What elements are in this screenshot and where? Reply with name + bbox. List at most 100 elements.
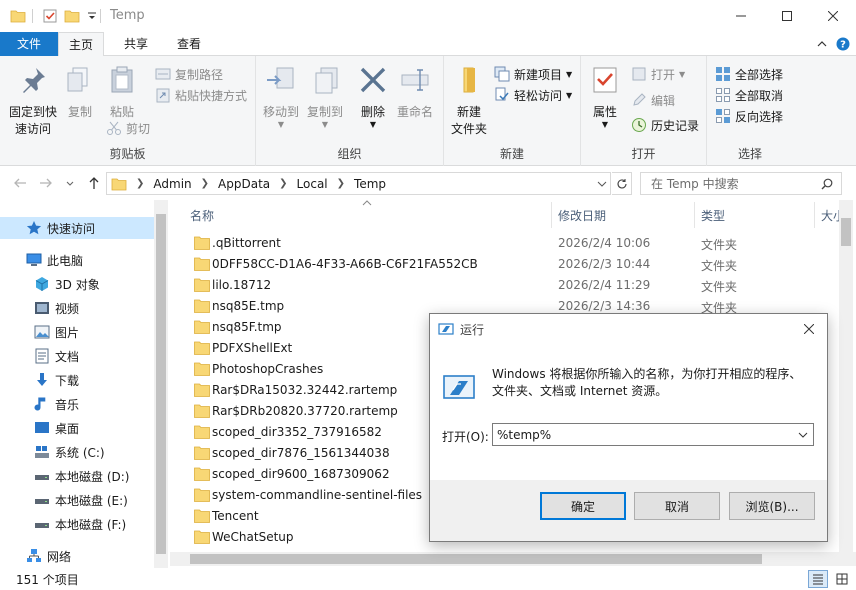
breadcrumb-local[interactable]: Local — [297, 177, 328, 191]
star-icon — [26, 221, 42, 235]
nav-documents[interactable]: 文档 — [0, 345, 155, 367]
breadcrumb-chevron-icon[interactable]: ❯ — [136, 178, 144, 189]
move-to-button[interactable]: 移动到 ▼ — [260, 64, 302, 129]
drive-icon — [35, 475, 49, 480]
close-icon — [828, 11, 838, 21]
address-dropdown-icon[interactable] — [597, 181, 607, 187]
breadcrumb-temp[interactable]: Temp — [354, 177, 386, 191]
new-item-button[interactable]: 新建项目 ▼ — [494, 64, 572, 84]
nav-drive-d[interactable]: 本地磁盘 (D:) — [0, 465, 155, 487]
nav-desktop[interactable]: 桌面 — [0, 417, 155, 439]
table-row[interactable]: 0DFF58CC-D1A6-4F33-A66B-C6F21FA552CB 2026… — [188, 254, 828, 275]
history-button[interactable]: 历史记录 — [631, 115, 699, 135]
copy-path-button[interactable]: 复制路径 — [155, 64, 223, 84]
maximize-button[interactable] — [764, 0, 810, 32]
breadcrumb-chevron-icon[interactable]: ❯ — [337, 178, 345, 189]
nav-network[interactable]: 网络 — [0, 545, 155, 567]
details-view-button[interactable] — [808, 570, 828, 588]
column-header-type[interactable]: 类型 — [701, 200, 725, 230]
select-all-button[interactable]: 全部选择 — [715, 64, 783, 84]
nav-pane-scrollbar[interactable] — [154, 200, 168, 568]
nav-quick-access[interactable]: 快速访问 — [0, 217, 155, 239]
table-row[interactable]: lilo.18712 2026/2/4 11:29 文件夹 — [188, 275, 828, 296]
new-folder-button[interactable]: 新建 文件夹 — [448, 64, 490, 138]
music-note-icon — [34, 397, 46, 411]
table-row[interactable]: .qBittorrent 2026/2/4 10:06 文件夹 — [188, 233, 828, 254]
nav-drive-c[interactable]: 系统 (C:) — [0, 441, 155, 463]
nav-drive-f[interactable]: 本地磁盘 (F:) — [0, 513, 155, 535]
tab-home[interactable]: 主页 — [58, 32, 105, 57]
folder-icon — [194, 341, 210, 355]
invert-selection-button[interactable]: 反向选择 — [715, 106, 783, 126]
sort-ascending-icon — [362, 200, 372, 206]
file-date: 2026/2/4 10:06 — [558, 236, 651, 250]
collapse-ribbon-icon[interactable] — [815, 37, 829, 51]
nav-downloads[interactable]: 下载 — [0, 369, 155, 391]
group-label-select: 选择 — [737, 147, 762, 161]
paste-button[interactable]: 粘贴 — [102, 64, 142, 121]
ok-button[interactable]: 确定 — [540, 492, 626, 520]
delete-button[interactable]: 删除 ▼ — [356, 64, 390, 129]
nav-3d-objects[interactable]: 3D 对象 — [0, 273, 155, 295]
column-header-date[interactable]: 修改日期 — [558, 200, 606, 230]
open-icon — [632, 67, 646, 81]
edit-button[interactable]: 编辑 — [631, 90, 675, 110]
file-list-vertical-scrollbar[interactable] — [839, 200, 853, 556]
breadcrumb-admin[interactable]: Admin — [153, 177, 191, 191]
copy-button[interactable]: 复制 — [62, 64, 98, 121]
large-icons-view-icon — [836, 573, 848, 585]
pin-quick-access-button[interactable]: 固定到快 速访问 — [4, 64, 62, 138]
easy-access-button[interactable]: 轻松访问 ▼ — [494, 85, 572, 105]
customize-toolbar-icon[interactable] — [84, 8, 100, 24]
select-all-icon — [716, 67, 730, 81]
nav-this-pc[interactable]: 此电脑 — [0, 249, 155, 271]
paste-shortcut-button[interactable]: 粘贴快捷方式 — [155, 85, 247, 105]
refresh-button[interactable] — [612, 172, 632, 195]
nav-music[interactable]: 音乐 — [0, 393, 155, 415]
history-icon — [632, 118, 646, 132]
select-none-button[interactable]: 全部取消 — [715, 85, 783, 105]
nav-drive-e[interactable]: 本地磁盘 (E:) — [0, 489, 155, 511]
tab-view[interactable]: 查看 — [167, 32, 211, 56]
file-name: scoped_dir7876_1561344038 — [212, 446, 390, 460]
nav-pictures[interactable]: 图片 — [0, 321, 155, 343]
help-icon[interactable]: ? — [836, 37, 850, 51]
cancel-button[interactable]: 取消 — [634, 492, 720, 520]
combo-dropdown-icon[interactable] — [798, 432, 808, 438]
copy-to-button[interactable]: 复制到 ▼ — [304, 64, 346, 129]
file-list-horizontal-scrollbar[interactable] — [170, 552, 856, 566]
breadcrumb-chevron-icon[interactable]: ❯ — [201, 178, 209, 189]
tab-file[interactable]: 文件 — [0, 32, 58, 56]
scissors-icon — [107, 121, 121, 135]
details-view-icon — [813, 574, 823, 585]
run-dialog-close-button[interactable] — [791, 314, 827, 344]
close-button[interactable] — [810, 0, 856, 32]
large-icons-view-button[interactable] — [832, 570, 852, 588]
properties-button[interactable]: 属性 ▼ — [585, 64, 625, 129]
run-command-input[interactable]: %temp% — [492, 423, 814, 446]
search-input[interactable]: 在 Temp 中搜索 — [640, 172, 842, 195]
cut-button[interactable]: 剪切 — [106, 118, 150, 138]
video-icon — [35, 302, 49, 314]
breadcrumb-chevron-icon[interactable]: ❯ — [279, 178, 287, 189]
refresh-icon — [616, 178, 627, 188]
up-arrow-icon[interactable] — [86, 175, 102, 191]
folder-icon — [194, 299, 210, 313]
column-header-name[interactable]: 名称 — [190, 200, 214, 230]
rename-button[interactable]: 重命名 — [392, 64, 438, 121]
open-button[interactable]: 打开 ▼ — [631, 64, 685, 84]
tab-share[interactable]: 共享 — [114, 32, 158, 56]
nav-videos[interactable]: 视频 — [0, 297, 155, 319]
browse-button[interactable]: 浏览(B)... — [729, 492, 815, 520]
properties-quick-icon[interactable] — [42, 8, 58, 24]
address-bar[interactable]: ❯ Admin ❯ AppData ❯ Local ❯ Temp — [106, 172, 611, 195]
open-label: 打开(O): — [442, 430, 489, 444]
back-arrow-icon[interactable] — [12, 175, 28, 191]
new-folder-quick-icon[interactable] — [64, 8, 80, 24]
minimize-button[interactable] — [718, 0, 764, 32]
group-new: 新建 文件夹 新建项目 ▼ 轻松访问 ▼ 新建 — [444, 56, 581, 166]
drive-icon — [35, 499, 49, 504]
recent-locations-icon[interactable] — [62, 175, 78, 191]
breadcrumb-appdata[interactable]: AppData — [218, 177, 270, 191]
forward-arrow-icon[interactable] — [38, 175, 54, 191]
